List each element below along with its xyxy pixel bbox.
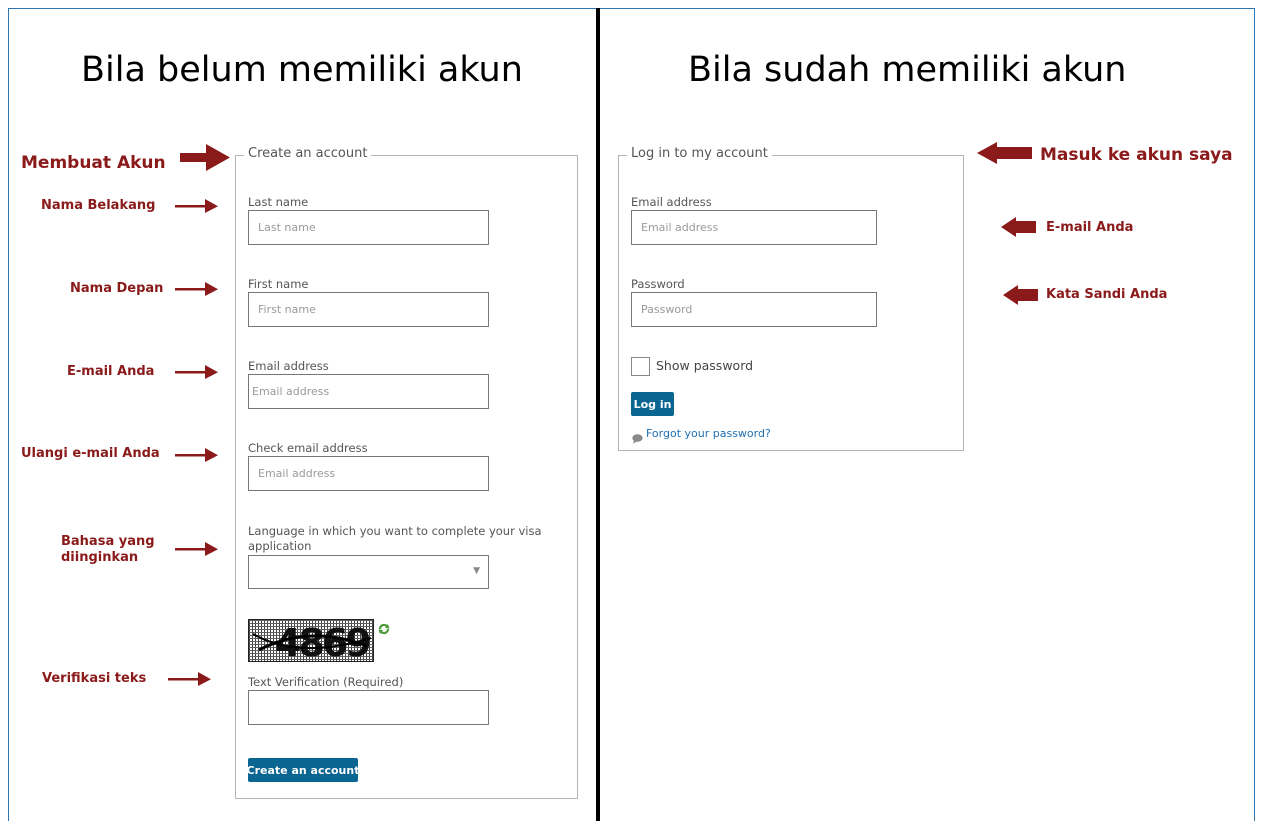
show-password-checkbox[interactable] [631, 357, 650, 376]
arrow-right-icon [175, 542, 218, 556]
annotation-create-account: Membuat Akun [21, 153, 166, 173]
annotation-last-name: Nama Belakang [41, 198, 156, 213]
first-name-input[interactable] [248, 292, 489, 327]
arrow-right-icon [180, 144, 230, 171]
password-label: Password [631, 277, 685, 291]
create-account-legend: Create an account [244, 146, 372, 161]
annotation-login-email: E-mail Anda [1046, 220, 1134, 235]
show-password-label: Show password [656, 358, 754, 373]
login-legend: Log in to my account [627, 146, 772, 161]
annotation-check-email: Ulangi e-mail Anda [21, 446, 160, 461]
center-divider [596, 8, 600, 821]
speech-bubble-icon [632, 429, 643, 444]
login-email-input[interactable] [631, 210, 877, 245]
last-name-input[interactable] [248, 210, 489, 245]
text-verification-input[interactable] [248, 690, 489, 725]
password-input[interactable] [631, 292, 877, 327]
language-select[interactable]: ▼ [248, 555, 489, 589]
check-email-input[interactable] [248, 456, 489, 491]
annotation-login-account: Masuk ke akun saya [1040, 145, 1233, 165]
arrow-right-icon [175, 199, 218, 213]
check-email-label: Check email address [248, 441, 368, 455]
arrow-right-icon [175, 282, 218, 296]
arrow-right-icon [168, 672, 211, 686]
text-verification-label: Text Verification (Required) [248, 675, 404, 689]
refresh-icon[interactable] [377, 621, 391, 635]
email-input[interactable] [248, 374, 489, 409]
annotation-first-name: Nama Depan [70, 281, 164, 296]
create-account-button[interactable]: Create an account [247, 758, 359, 782]
annotation-email: E-mail Anda [67, 364, 155, 379]
last-name-label: Last name [248, 195, 309, 209]
arrow-right-icon [175, 365, 218, 379]
arrow-right-icon [175, 448, 218, 462]
chevron-down-icon: ▼ [473, 566, 480, 576]
captcha-image: 4869 [248, 619, 374, 662]
login-button[interactable]: Log in [631, 392, 674, 416]
annotation-language: Bahasa yang diinginkan [61, 534, 155, 565]
arrow-left-icon [977, 142, 1032, 164]
email-label: Email address [248, 359, 329, 373]
language-label: Language in which you want to complete y… [248, 524, 542, 553]
heading-no-account: Bila belum memiliki akun [81, 50, 523, 90]
heading-has-account: Bila sudah memiliki akun [688, 50, 1127, 90]
arrow-left-icon [1003, 285, 1038, 305]
annotation-captcha: Verifikasi teks [42, 671, 147, 686]
forgot-password-link[interactable]: Forgot your password? [646, 427, 771, 440]
arrow-left-icon [1001, 217, 1036, 237]
annotation-login-password: Kata Sandi Anda [1046, 287, 1168, 302]
login-email-label: Email address [631, 195, 712, 209]
first-name-label: First name [248, 277, 309, 291]
